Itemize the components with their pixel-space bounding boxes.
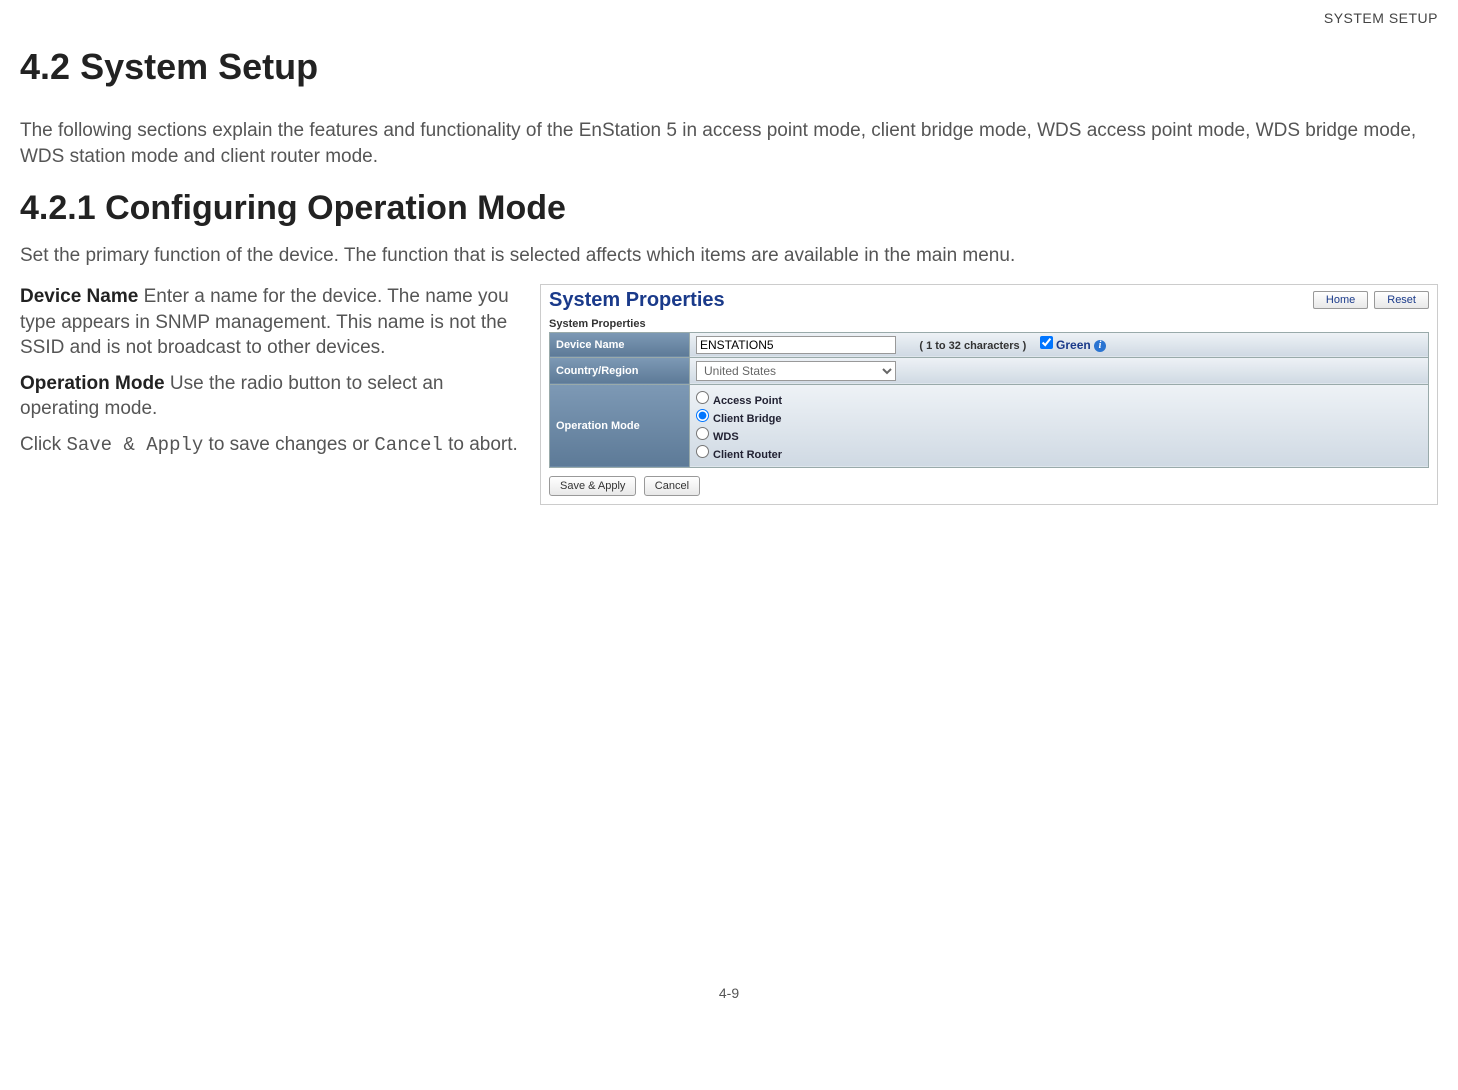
op-wds-label: WDS <box>713 431 739 443</box>
subsection-number: 4.2.1 <box>20 189 96 227</box>
radio-wds[interactable] <box>696 427 709 440</box>
operation-mode-label: Operation Mode <box>20 373 165 394</box>
device-name-hint: ( 1 to 32 characters ) <box>919 340 1026 352</box>
cancel-mono: Cancel <box>374 434 442 456</box>
reset-button[interactable]: Reset <box>1374 291 1429 309</box>
radio-client-bridge[interactable] <box>696 409 709 422</box>
panel-title: System Properties <box>549 289 725 312</box>
page-number: 4-9 <box>20 985 1438 1001</box>
cancel-button[interactable]: Cancel <box>644 476 700 496</box>
green-checkbox[interactable] <box>1040 336 1053 349</box>
system-properties-panel: System Properties Home Reset System Prop… <box>540 284 1438 505</box>
section-number: 4.2 <box>20 46 70 87</box>
op-client-bridge[interactable]: Client Bridge <box>696 408 1422 426</box>
device-name-label: Device Name <box>20 286 138 307</box>
subsection-heading: 4.2.1 Configuring Operation Mode <box>20 189 1438 228</box>
device-name-row: Device Name ( 1 to 32 characters ) Green… <box>550 332 1429 357</box>
country-region-label: Country/Region <box>550 357 690 384</box>
operation-mode-desc: Operation Mode Use the radio button to s… <box>20 371 520 422</box>
radio-client-router[interactable] <box>696 445 709 458</box>
subsection-paragraph: Set the primary function of the device. … <box>20 243 1438 269</box>
operation-mode-row-label: Operation Mode <box>550 384 690 467</box>
device-name-desc: Device Name Enter a name for the device.… <box>20 284 520 361</box>
green-label: Green <box>1056 338 1091 352</box>
op-ap-label: Access Point <box>713 395 782 407</box>
click-prefix: Click <box>20 434 66 455</box>
subsection-title-text: Configuring Operation Mode <box>105 189 566 227</box>
home-button[interactable]: Home <box>1313 291 1368 309</box>
device-name-input[interactable] <box>696 336 896 354</box>
info-icon[interactable]: i <box>1094 340 1106 352</box>
properties-table: Device Name ( 1 to 32 characters ) Green… <box>549 332 1429 468</box>
click-suffix: to abort. <box>443 434 518 455</box>
section-title-text: System Setup <box>80 46 318 87</box>
op-client-router[interactable]: Client Router <box>696 444 1422 462</box>
description-column: Device Name Enter a name for the device.… <box>20 284 520 469</box>
device-name-row-label: Device Name <box>550 332 690 357</box>
save-cancel-desc: Click Save & Apply to save changes or Ca… <box>20 432 520 459</box>
click-mid: to save changes or <box>203 434 374 455</box>
op-access-point[interactable]: Access Point <box>696 390 1422 408</box>
country-region-select[interactable]: United States <box>696 361 896 381</box>
intro-paragraph: The following sections explain the featu… <box>20 118 1438 169</box>
save-apply-button[interactable]: Save & Apply <box>549 476 636 496</box>
radio-access-point[interactable] <box>696 391 709 404</box>
section-heading: 4.2 System Setup <box>20 46 1438 88</box>
operation-mode-row: Operation Mode Access Point Client Bridg… <box>550 384 1429 467</box>
running-header: SYSTEM SETUP <box>20 10 1438 26</box>
op-cb-label: Client Bridge <box>713 413 781 425</box>
op-cr-label: Client Router <box>713 449 782 461</box>
op-wds[interactable]: WDS <box>696 426 1422 444</box>
country-region-row: Country/Region United States <box>550 357 1429 384</box>
save-apply-mono: Save & Apply <box>66 434 203 456</box>
panel-subtitle: System Properties <box>549 318 1429 330</box>
